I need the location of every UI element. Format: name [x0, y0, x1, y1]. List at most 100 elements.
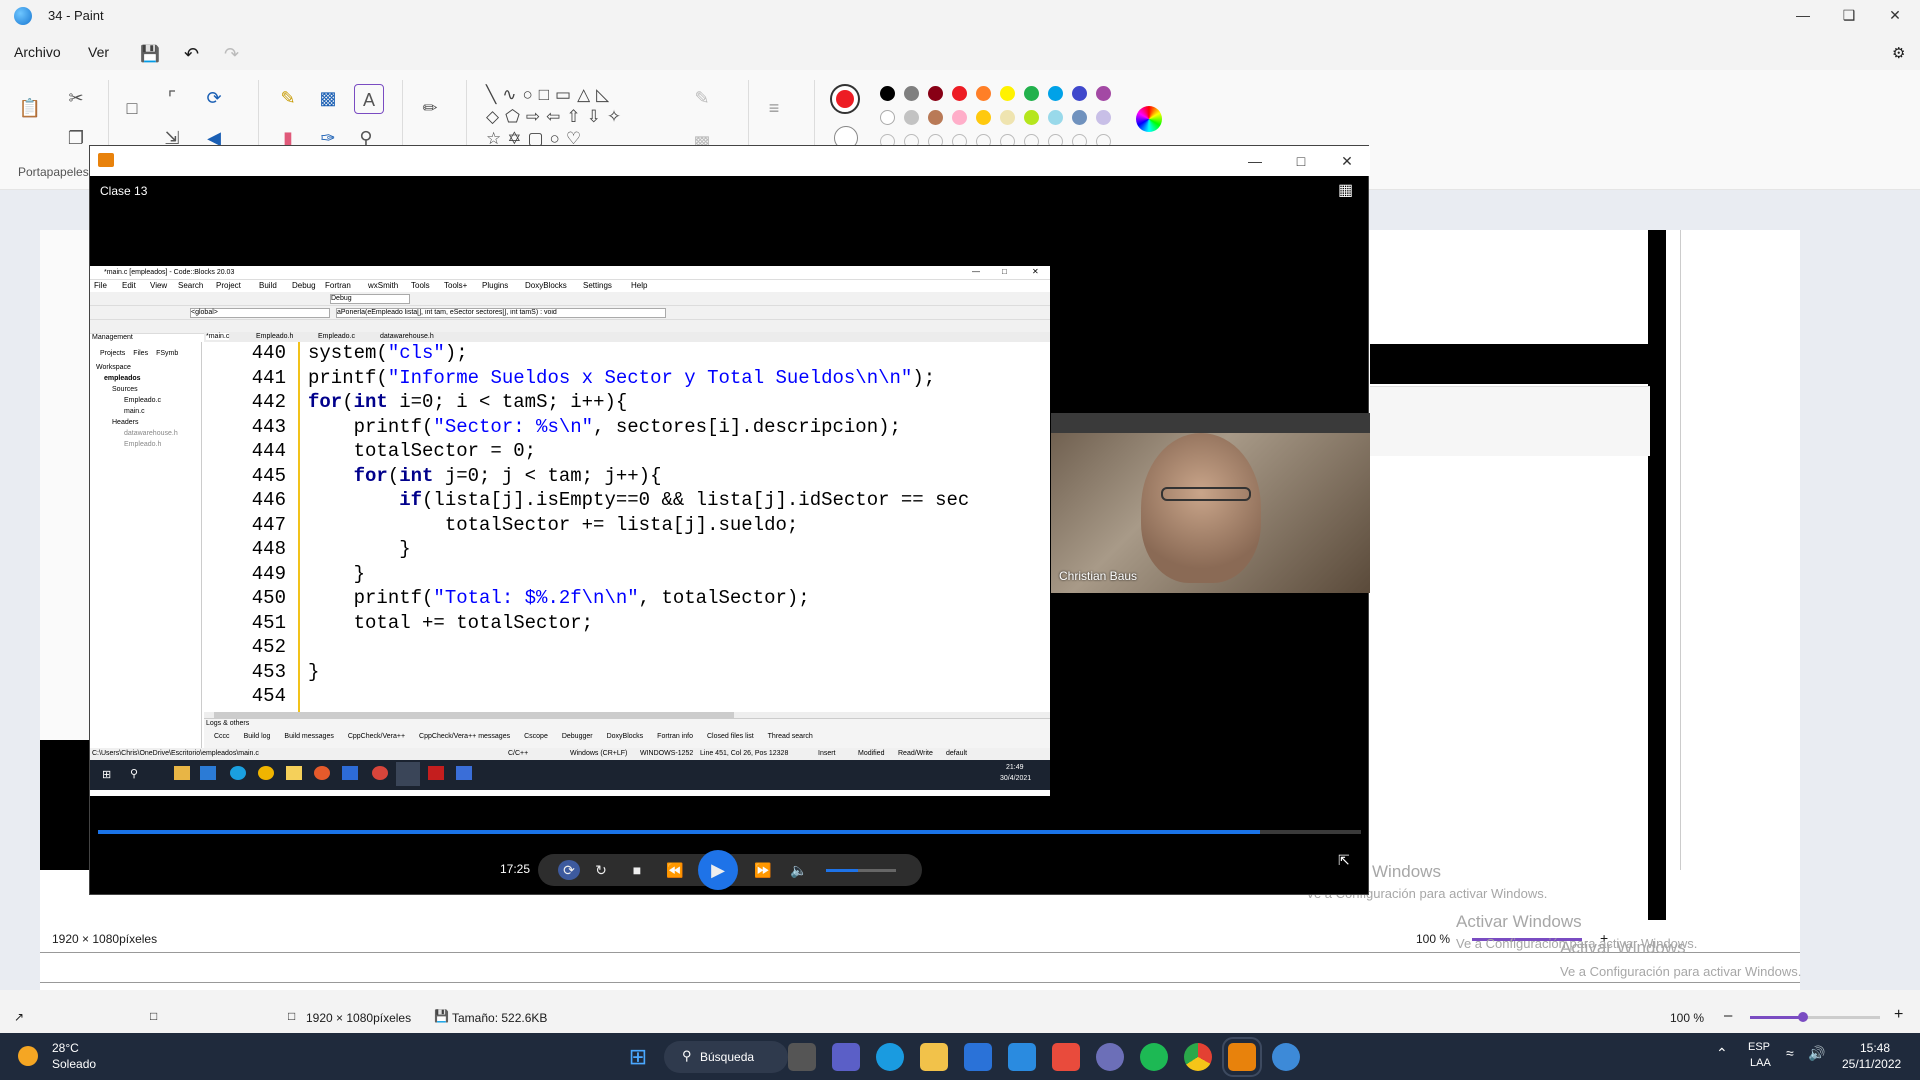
- lang-code[interactable]: ESP: [1748, 1041, 1770, 1053]
- code-line[interactable]: 440 system("cls");: [204, 342, 1050, 367]
- color-swatch[interactable]: [976, 86, 991, 101]
- cb-log-tab[interactable]: Thread search: [768, 733, 813, 740]
- pencil-icon[interactable]: ✎: [276, 86, 300, 110]
- redo-icon[interactable]: ↷: [224, 44, 239, 65]
- cb-log-tab[interactable]: Build log: [244, 733, 271, 740]
- copy-icon[interactable]: ❐: [64, 126, 88, 150]
- cb-menu-item[interactable]: Plugins: [482, 281, 508, 290]
- cb-log-tab[interactable]: CppCheck/Vera++ messages: [419, 733, 510, 740]
- cb-menu-item[interactable]: wxSmith: [368, 281, 398, 290]
- start-icon[interactable]: ⊞: [624, 1043, 652, 1071]
- color-swatch[interactable]: [1000, 86, 1015, 101]
- code-line[interactable]: 452: [204, 636, 1050, 661]
- search-box[interactable]: ⚲ Búsqueda: [664, 1041, 788, 1073]
- color-swatch[interactable]: [1048, 86, 1063, 101]
- cb-menu-item[interactable]: Settings: [583, 281, 612, 290]
- cb-menu-item[interactable]: Edit: [122, 281, 136, 290]
- file-explorer-icon[interactable]: [920, 1043, 948, 1071]
- cut-icon[interactable]: ✂: [64, 86, 88, 110]
- lang-layout[interactable]: LAA: [1750, 1057, 1771, 1069]
- cb-menu-item[interactable]: DoxyBlocks: [525, 281, 567, 290]
- cb-tree-item[interactable]: main.c: [96, 406, 200, 417]
- paint-icon[interactable]: [1272, 1043, 1300, 1071]
- volume-icon[interactable]: 🔈: [788, 860, 810, 880]
- primary-color[interactable]: [830, 84, 860, 114]
- wifi-icon[interactable]: ≈: [1786, 1045, 1794, 1061]
- code-line[interactable]: 444 totalSector = 0;: [204, 440, 1050, 465]
- cb-editor-tab[interactable]: datawarehouse.h: [380, 333, 434, 340]
- color-swatch[interactable]: [904, 86, 919, 101]
- brush-icon[interactable]: ✏: [418, 96, 442, 120]
- cb-menu-item[interactable]: View: [150, 281, 167, 290]
- outline-icon[interactable]: ✎: [690, 86, 714, 110]
- code-line[interactable]: 448 }: [204, 538, 1050, 563]
- crop-icon[interactable]: ⌜: [160, 86, 184, 110]
- tray-chevron-icon[interactable]: ⌃: [1716, 1045, 1728, 1062]
- edit-colors-icon[interactable]: [1136, 106, 1162, 132]
- color-swatch[interactable]: [928, 110, 943, 125]
- player-minimize-button[interactable]: —: [1232, 146, 1278, 176]
- chat-icon[interactable]: [832, 1043, 860, 1071]
- cb-management-tab[interactable]: Files: [133, 350, 148, 357]
- color-swatch[interactable]: [1072, 110, 1087, 125]
- color-swatch[interactable]: [880, 86, 895, 101]
- cb-tree-item[interactable]: Headers: [96, 417, 200, 428]
- code-line[interactable]: 449 }: [204, 563, 1050, 588]
- code-line[interactable]: 450 printf("Total: $%.2f\n\n", totalSect…: [204, 587, 1050, 612]
- menu-file[interactable]: Archivo: [14, 44, 61, 60]
- zoom-in-icon[interactable]: +: [1894, 1006, 1903, 1024]
- cb-function[interactable]: aPonerla(eEmpleado lista[], int tam, eSe…: [336, 308, 666, 318]
- cb-log-tab[interactable]: CppCheck/Vera++: [348, 733, 405, 740]
- cb-log-tab[interactable]: Build messages: [284, 733, 333, 740]
- shapes-gallery[interactable]: ╲∿○□▭△◺ ◇⬠⇨⇦⇧⇩✧ ☆✡▢○♡: [486, 84, 666, 148]
- fill-icon[interactable]: ▩: [316, 86, 340, 110]
- cb-tree-item[interactable]: empleados: [96, 373, 200, 384]
- color-swatch[interactable]: [1024, 86, 1039, 101]
- media-player-icon[interactable]: [1222, 1037, 1262, 1077]
- code-line[interactable]: 445 for(int j=0; j < tam; j++){: [204, 465, 1050, 490]
- cb-management-tab[interactable]: Projects: [100, 350, 125, 357]
- cb-log-tab[interactable]: Cccc: [214, 733, 230, 740]
- cb-menu-item[interactable]: Build: [259, 281, 277, 290]
- store-icon[interactable]: [964, 1043, 992, 1071]
- color-swatch[interactable]: [904, 110, 919, 125]
- weather-icon[interactable]: [18, 1046, 38, 1066]
- color-swatch[interactable]: [1096, 110, 1111, 125]
- cb-build-target[interactable]: Debug: [330, 294, 410, 304]
- undo-icon[interactable]: ↶: [184, 44, 199, 65]
- video-progress-bar[interactable]: [98, 830, 1361, 834]
- code-line[interactable]: 454: [204, 685, 1050, 710]
- color-swatch[interactable]: [1000, 110, 1015, 125]
- cb-scope[interactable]: <global>: [190, 308, 330, 318]
- play-button[interactable]: ▶: [698, 850, 738, 890]
- share-icon[interactable]: ⚙: [1892, 44, 1905, 62]
- cb-menu-item[interactable]: Debug: [292, 281, 316, 290]
- code-line[interactable]: 447 totalSector += lista[j].sueldo;: [204, 514, 1050, 539]
- cb-log-tab[interactable]: DoxyBlocks: [607, 733, 644, 740]
- weather-desc[interactable]: Soleado: [52, 1057, 96, 1071]
- cb-log-tab[interactable]: Debugger: [562, 733, 593, 740]
- cb-menu-item[interactable]: Tools+: [444, 281, 467, 290]
- cb-menu-item[interactable]: Fortran: [325, 281, 351, 290]
- code-line[interactable]: 443 printf("Sector: %s\n", sectores[i].d…: [204, 416, 1050, 441]
- cb-log-tab[interactable]: Closed files list: [707, 733, 754, 740]
- stop-icon[interactable]: ■: [626, 860, 648, 880]
- player-maximize-button[interactable]: □: [1278, 146, 1324, 176]
- rewind-icon[interactable]: ⏪: [664, 860, 686, 880]
- color-swatch[interactable]: [1024, 110, 1039, 125]
- speed-icon[interactable]: ⟳: [558, 860, 580, 880]
- cb-editor-tab[interactable]: Empleado.h: [256, 333, 293, 340]
- cb-menu-item[interactable]: Help: [631, 281, 647, 290]
- zoom-out-icon[interactable]: –: [1724, 1007, 1732, 1024]
- color-swatch[interactable]: [1072, 86, 1087, 101]
- cb-menu-item[interactable]: Project: [216, 281, 241, 290]
- player-close-button[interactable]: ✕: [1324, 146, 1370, 176]
- select-icon[interactable]: □: [120, 96, 144, 120]
- paste-icon[interactable]: 📋: [18, 96, 42, 120]
- clock-date[interactable]: 25/11/2022: [1842, 1057, 1901, 1071]
- zoom-slider[interactable]: [1750, 1012, 1880, 1022]
- weather-temp[interactable]: 28°C: [52, 1041, 79, 1055]
- spotify-icon[interactable]: [1140, 1043, 1168, 1071]
- text-icon[interactable]: A: [354, 84, 384, 114]
- cb-menu-item[interactable]: File: [94, 281, 107, 290]
